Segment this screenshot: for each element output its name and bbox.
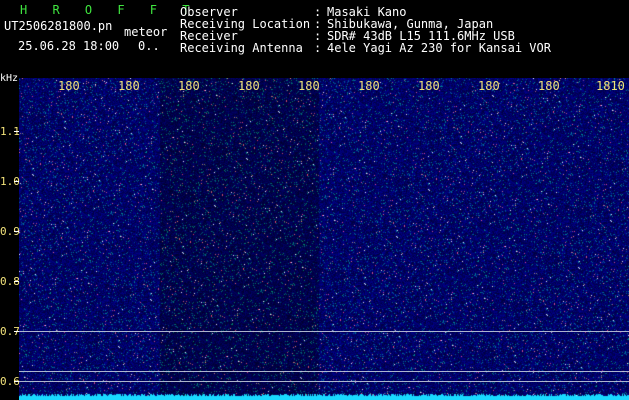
x-tick-label: 180	[58, 79, 80, 93]
app-title: H R O F F T	[20, 3, 199, 17]
x-tick-label: 180	[418, 79, 440, 93]
filename-label: UT2506281800.pn	[4, 19, 113, 33]
waterfall-spectrogram	[19, 78, 629, 400]
header-panel: H R O F F T UT2506281800.pn meteor 25.06…	[0, 0, 629, 78]
datetime-label: 25.06.28 18:00	[18, 39, 120, 53]
x-tick-label: 180	[478, 79, 500, 93]
antenna-value: 4ele Yagi Az 230 for Kansai VOR	[327, 41, 551, 55]
reference-line	[19, 371, 629, 372]
y-axis-unit: kHz	[0, 73, 19, 84]
antenna-label: Receiving Antenna	[180, 41, 303, 55]
waterfall-canvas	[19, 78, 629, 400]
counter-label: 0..	[138, 39, 160, 53]
mode-tag: meteor	[124, 25, 168, 39]
x-tick-label: 180	[238, 79, 260, 93]
reference-line	[19, 381, 629, 382]
x-tick-label: 1810	[596, 79, 625, 93]
y-tick-mark	[14, 131, 19, 132]
x-tick-label: 180	[298, 79, 320, 93]
x-tick-label: 180	[358, 79, 380, 93]
y-tick-mark	[14, 181, 19, 182]
antenna-sep: :	[314, 41, 322, 55]
x-tick-label: 180	[178, 79, 200, 93]
reference-line	[19, 331, 629, 332]
x-tick-label: 180	[118, 79, 140, 93]
y-tick-mark	[14, 281, 19, 282]
x-tick-label: 180	[538, 79, 560, 93]
y-tick-mark	[14, 231, 19, 232]
